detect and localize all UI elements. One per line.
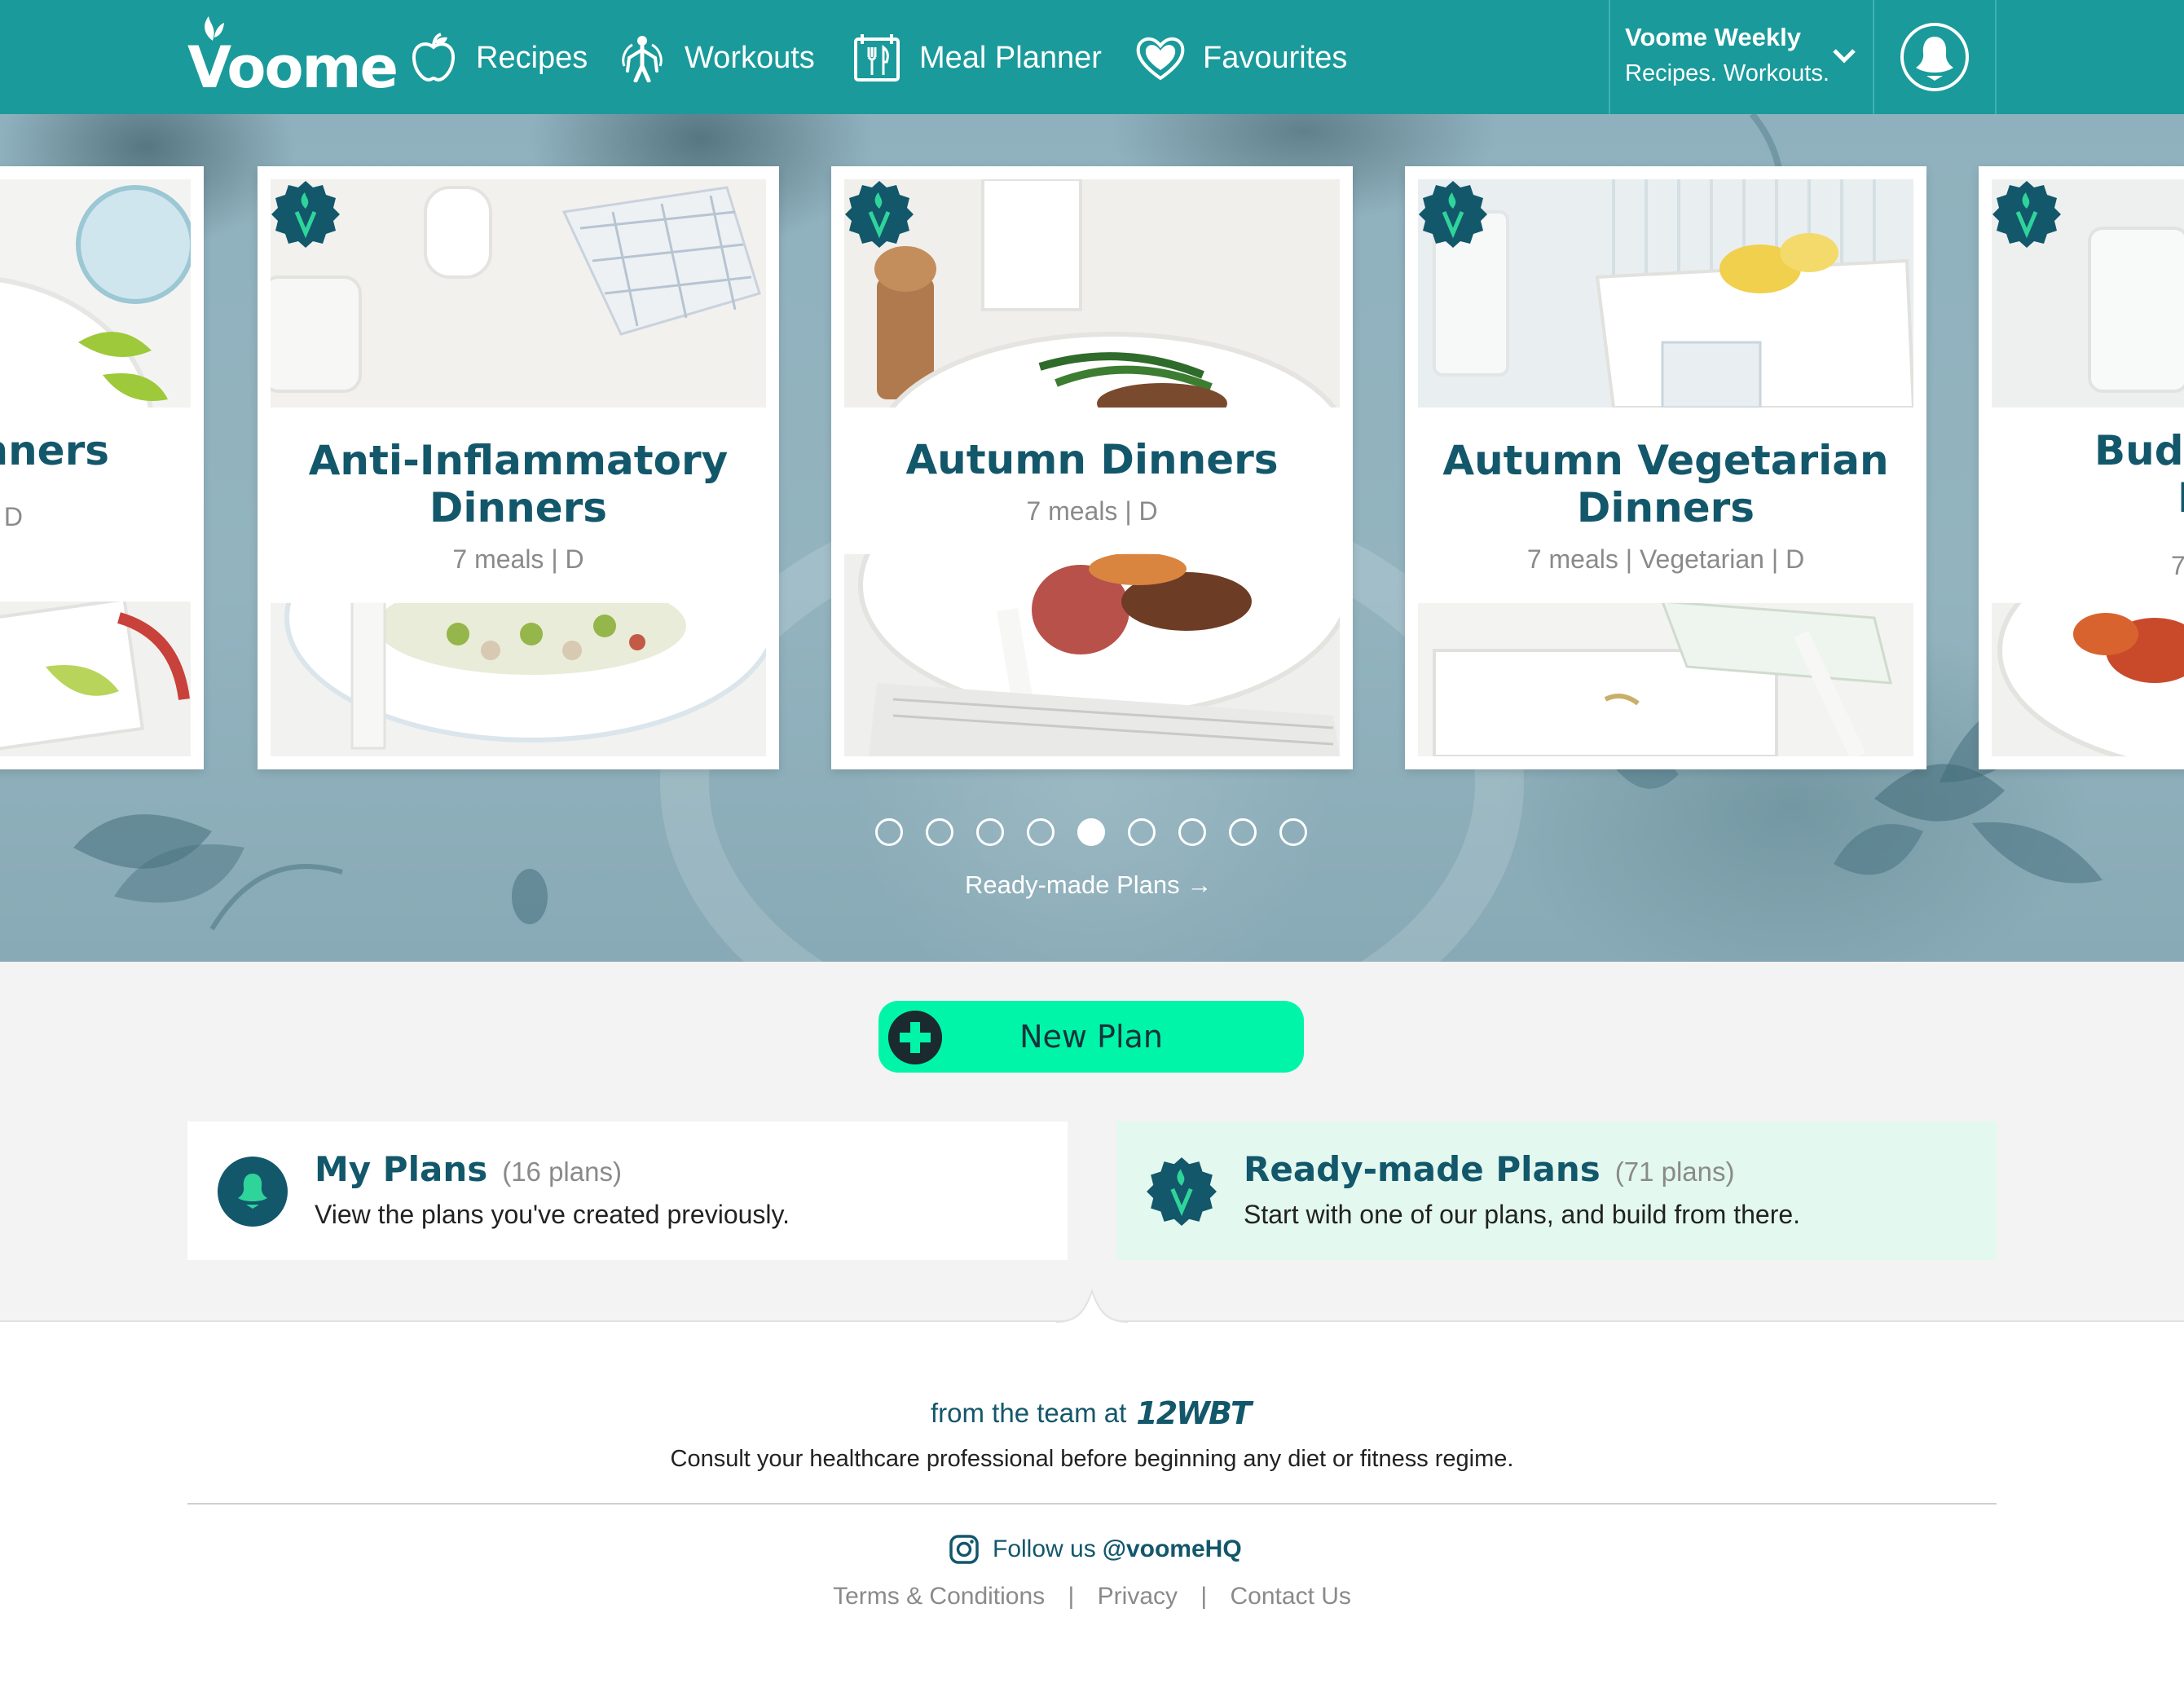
footer-divider (187, 1503, 1997, 1505)
plan-card-title: Autumn Dinners (905, 435, 1279, 483)
nav-item-workouts[interactable]: Workouts (616, 29, 815, 86)
carousel-dot[interactable] (1027, 818, 1055, 846)
plan-card-meta: 7 (2171, 551, 2184, 580)
voome-badge-icon (845, 181, 914, 248)
plan-card-meta: D (3, 502, 23, 531)
my-plans-title-row: My Plans (16 plans) (315, 1149, 622, 1189)
instagram-follow-link[interactable]: Follow us @voomeHQ (949, 1534, 1242, 1565)
carousel-dot[interactable] (1077, 818, 1105, 846)
plan-card-dinners[interactable]: nners D (0, 166, 204, 769)
plan-card-overlay: Autumn Dinners 7 meals | D (844, 408, 1340, 554)
contact-link[interactable]: Contact Us (1231, 1583, 1351, 1610)
plan-card-photo: Budg D 7 (1992, 179, 2184, 756)
ready-plans-description: Start with one of our plans, and build f… (1244, 1200, 1801, 1229)
carousel-pagination (875, 818, 1330, 846)
voome-badge-icon (1147, 1157, 1217, 1226)
link-separator: | (1068, 1583, 1075, 1610)
plan-card-photo: Autumn Vegetarian Dinners 7 meals | Vege… (1418, 179, 1913, 756)
carousel-dot[interactable] (1128, 818, 1156, 846)
jumping-person-icon (616, 32, 668, 84)
user-avatar-icon (1900, 23, 1969, 91)
weekly-title: Voome Weekly (1625, 23, 1801, 51)
carousel-dot[interactable] (1279, 818, 1307, 846)
my-plans-description: View the plans you've created previously… (315, 1200, 790, 1229)
nav-item-meal-planner[interactable]: Meal Planner (851, 29, 1102, 86)
terms-link[interactable]: Terms & Conditions (833, 1583, 1045, 1610)
leaf-icon (205, 16, 224, 41)
plan-card-overlay: Budg D 7 (1992, 408, 2184, 603)
logo-text: Voome (187, 34, 398, 101)
plan-card-autumn-dinners[interactable]: Autumn Dinners 7 meals | D (831, 166, 1353, 769)
plan-card-overlay: Anti-Inflammatory Dinners 7 meals | D (271, 408, 766, 603)
ready-plans-title-row: Ready-made Plans (71 plans) (1244, 1149, 1735, 1189)
nav-item-favourites[interactable]: Favourites (1134, 29, 1347, 86)
privacy-link[interactable]: Privacy (1098, 1583, 1178, 1610)
my-plans-title: My Plans (315, 1149, 488, 1189)
cutlery-icon (851, 32, 903, 84)
plan-card-title: Autumn Vegetarian Dinners (1442, 436, 1889, 531)
nav-label-recipes: Recipes (476, 40, 588, 75)
carousel-dot[interactable] (875, 818, 903, 846)
ready-plans-title: Ready-made Plans (1244, 1149, 1601, 1189)
plan-card-photo: Autumn Dinners 7 meals | D (844, 179, 1340, 756)
health-disclaimer: Consult your healthcare professional bef… (670, 1446, 1514, 1472)
nav-label-meal-planner: Meal Planner (919, 40, 1102, 75)
voome-badge-icon (271, 181, 340, 248)
carousel-dot[interactable] (1178, 818, 1206, 846)
instagram-icon (949, 1535, 979, 1564)
nav-label-favourites: Favourites (1203, 40, 1348, 75)
plan-card-overlay: Autumn Vegetarian Dinners 7 meals | Vege… (1418, 408, 1913, 603)
plan-card-title: nners (0, 427, 109, 474)
plan-card-anti-inflammatory-dinners[interactable]: Anti-Inflammatory Dinners 7 meals | D (258, 166, 779, 769)
heart-icon (1134, 32, 1187, 84)
top-navigation: Voome Recipes Workouts Meal Planner Favo… (0, 0, 2184, 114)
my-plans-card[interactable]: My Plans (16 plans) View the plans you've… (187, 1121, 1068, 1260)
nav-label-workouts: Workouts (685, 40, 815, 75)
plan-card-overlay: nners D (0, 408, 191, 554)
plan-card-photo: Anti-Inflammatory Dinners 7 meals | D (271, 179, 766, 756)
plans-carousel: nners D Anti-I (0, 114, 2184, 962)
plan-card-title-line-2: D (2161, 474, 2184, 522)
plan-card-meta: 7 meals | Vegetarian | D (1526, 544, 1805, 574)
voome-logo[interactable]: Voome (187, 15, 398, 101)
from-the-team: from the team at 12WBT (931, 1395, 1252, 1431)
carousel-dot[interactable] (926, 818, 953, 846)
voome-badge-icon (1992, 181, 2061, 248)
from-team-text: from the team at (931, 1398, 1127, 1428)
footer-notch (1056, 1288, 1128, 1324)
ready-plans-count: (71 plans) (1614, 1157, 1735, 1187)
ready-made-plans-card[interactable]: Ready-made Plans (71 plans) Start with on… (1116, 1121, 1997, 1260)
voome-weekly-dropdown[interactable]: Voome Weekly Recipes. Workouts. (1609, 0, 1874, 114)
chevron-down-icon (1833, 49, 1856, 64)
carousel-dot[interactable] (976, 818, 1004, 846)
plan-card-title: Budg (2094, 427, 2184, 474)
account-button[interactable] (1874, 0, 1997, 114)
ready-made-plans-link[interactable]: Ready-made Plans → (965, 870, 1212, 900)
footer: from the team at 12WBT Consult your heal… (0, 1288, 2184, 1692)
plan-card-photo: nners D (0, 179, 191, 756)
link-separator: | (1200, 1583, 1208, 1610)
new-plan-button[interactable]: New Plan (878, 1001, 1304, 1073)
voome-badge-icon (1419, 181, 1487, 248)
plan-card-meta: 7 meals | D (452, 544, 584, 574)
nav-item-recipes[interactable]: Recipes (407, 29, 588, 86)
plan-card-budget-dinners[interactable]: Budg D 7 (1979, 166, 2184, 769)
user-avatar-icon (218, 1157, 288, 1227)
new-plan-label: New Plan (1019, 1019, 1163, 1055)
follow-prefix: Follow us (993, 1536, 1096, 1562)
plan-card-autumn-vegetarian-dinners[interactable]: Autumn Vegetarian Dinners 7 meals | Vege… (1405, 166, 1926, 769)
footer-links: Terms & Conditions | Privacy | Contact U… (0, 1583, 2184, 1610)
12wbt-logo[interactable]: 12WBT (1136, 1395, 1252, 1431)
my-plans-count: (16 plans) (502, 1157, 622, 1187)
apple-icon (407, 32, 460, 84)
plus-icon (888, 1011, 942, 1064)
plan-card-meta: 7 meals | D (1026, 496, 1158, 526)
instagram-handle: @voomeHQ (1102, 1536, 1242, 1562)
carousel-dot[interactable] (1229, 818, 1257, 846)
plan-card-title: Anti-Inflammatory Dinners (308, 436, 729, 531)
weekly-subtitle: Recipes. Workouts. (1625, 60, 1830, 86)
